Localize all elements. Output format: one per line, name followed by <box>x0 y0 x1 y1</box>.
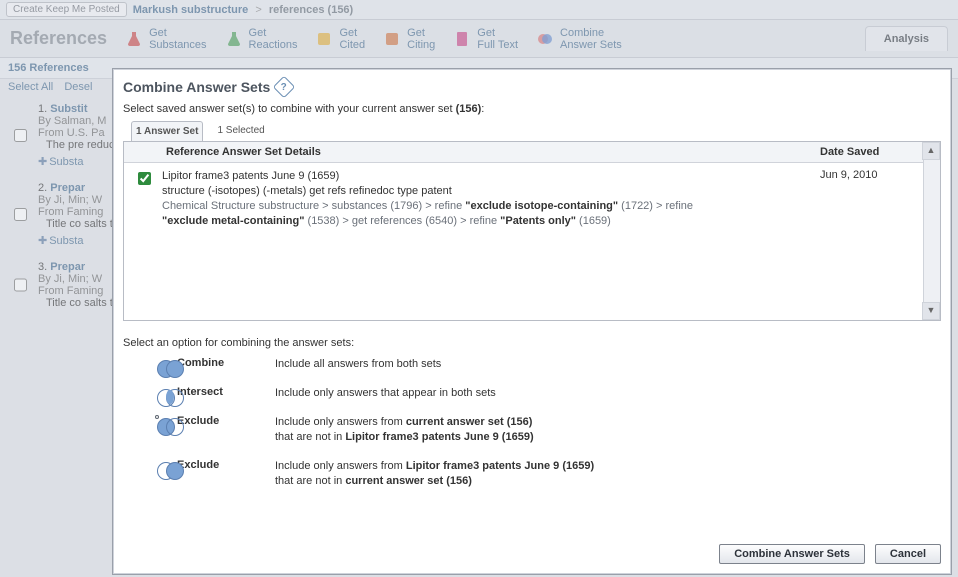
get-cited-button[interactable]: GetCited <box>315 27 365 51</box>
result-title[interactable]: Prepar <box>50 261 85 273</box>
combine-answer-sets-dialog: Combine Answer Sets ? Select saved answe… <box>112 68 952 575</box>
selected-count: 1 Selected <box>217 121 264 141</box>
combine-options: Combine Include all answers from both se… <box>155 357 941 489</box>
combine-answer-sets-button[interactable]: CombineAnswer Sets <box>536 27 622 51</box>
option-exclude-current[interactable]: Exclude Include only answers from curren… <box>155 415 941 445</box>
option-combine[interactable]: Combine Include all answers from both se… <box>155 357 941 372</box>
tab-analysis[interactable]: Analysis <box>865 26 948 51</box>
answer-set-tabs: 1 Answer Set 1 Selected <box>123 121 941 142</box>
get-citing-button[interactable]: GetCiting <box>383 27 435 51</box>
scroll-up-icon[interactable]: ▲ <box>922 142 940 160</box>
toolbar: References GetSubstances GetReactions Ge… <box>0 20 958 58</box>
cited-icon <box>315 30 333 48</box>
tab-answer-set[interactable]: 1 Answer Set <box>131 121 203 141</box>
scrollbar[interactable]: ▲ ▼ <box>923 142 940 320</box>
breadcrumb: Markush substructure > references (156) <box>133 4 353 16</box>
breadcrumb-item: references (156) <box>269 4 353 16</box>
get-reactions-button[interactable]: GetReactions <box>225 27 298 51</box>
breadcrumb-item[interactable]: Markush substructure <box>133 4 249 16</box>
result-checkbox[interactable] <box>14 106 27 165</box>
dialog-title: Combine Answer Sets ? <box>123 79 941 95</box>
document-icon <box>453 30 471 48</box>
dialog-instruction: Select saved answer set(s) to combine wi… <box>123 103 941 115</box>
help-icon[interactable]: ? <box>273 76 296 99</box>
result-checkbox[interactable] <box>14 185 27 244</box>
page-title: References <box>10 28 107 49</box>
option-intersect[interactable]: Intersect Include only answers that appe… <box>155 386 941 401</box>
table-row[interactable]: Lipitor frame3 patents June 9 (1659) str… <box>124 163 940 235</box>
answer-set-table: Reference Answer Set Details Date Saved … <box>123 142 941 321</box>
venn-icon <box>536 30 554 48</box>
create-kmp-button[interactable]: Create Keep Me Posted <box>6 2 127 17</box>
row-details: Lipitor frame3 patents June 9 (1659) str… <box>162 169 812 229</box>
flask-green-icon <box>225 30 243 48</box>
select-all-link[interactable]: Select All <box>8 81 53 93</box>
result-title[interactable]: Prepar <box>50 182 85 194</box>
cancel-button[interactable]: Cancel <box>875 544 941 564</box>
get-substances-button[interactable]: GetSubstances <box>125 27 206 51</box>
col-date: Date Saved <box>820 146 930 158</box>
flask-red-icon <box>125 30 143 48</box>
col-details: Reference Answer Set Details <box>166 146 820 158</box>
top-bar: Create Keep Me Posted Markush substructu… <box>0 0 958 20</box>
scroll-down-icon[interactable]: ▼ <box>922 302 940 320</box>
deselect-link[interactable]: Desel <box>64 81 92 93</box>
result-checkbox[interactable] <box>14 264 27 306</box>
row-checkbox[interactable] <box>138 172 151 185</box>
combine-answer-sets-submit-button[interactable]: Combine Answer Sets <box>719 544 865 564</box>
citing-icon <box>383 30 401 48</box>
get-fulltext-button[interactable]: GetFull Text <box>453 27 518 51</box>
result-title[interactable]: Substit <box>50 103 87 115</box>
option-exclude-saved[interactable]: Exclude Include only answers from Lipito… <box>155 459 941 489</box>
row-date: Jun 9, 2010 <box>820 169 930 229</box>
options-instruction: Select an option for combining the answe… <box>123 337 941 349</box>
